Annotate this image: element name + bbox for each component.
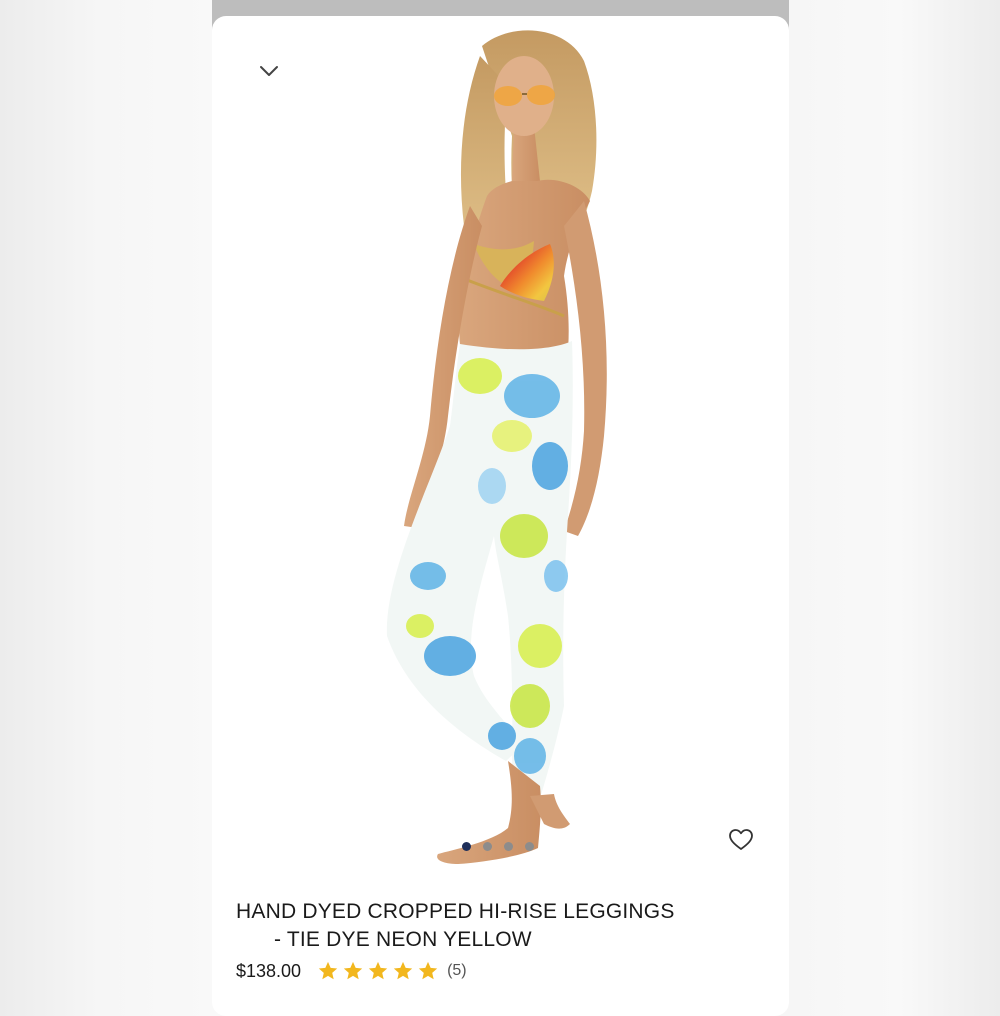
product-title-line-2: - TIE DYE NEON YELLOW bbox=[274, 928, 532, 951]
product-image[interactable] bbox=[212, 16, 789, 886]
image-pagination bbox=[462, 842, 534, 851]
star-icon bbox=[343, 961, 363, 980]
chevron-down-icon bbox=[260, 66, 278, 76]
product-title-line-1: HAND DYED CROPPED HI-RISE LEGGINGS bbox=[236, 900, 675, 923]
pagination-dot[interactable] bbox=[483, 842, 492, 851]
star-rating[interactable] bbox=[317, 960, 439, 982]
pagination-dot[interactable] bbox=[462, 842, 471, 851]
star-icon bbox=[418, 961, 438, 980]
price-rating-row: $138.00 (5) bbox=[236, 960, 467, 982]
star-icon bbox=[393, 961, 413, 980]
pagination-dot[interactable] bbox=[504, 842, 513, 851]
wishlist-button[interactable] bbox=[726, 826, 756, 854]
star-icon bbox=[318, 961, 338, 980]
star-icon bbox=[368, 961, 388, 980]
price: $138.00 bbox=[236, 960, 302, 981]
collapse-button[interactable] bbox=[256, 62, 282, 80]
product-card: HAND DYED CROPPED HI-RISE LEGGINGS - TIE… bbox=[212, 16, 789, 1016]
pagination-dot[interactable] bbox=[525, 842, 534, 851]
heart-icon bbox=[729, 829, 753, 850]
product-title: HAND DYED CROPPED HI-RISE LEGGINGS - TIE… bbox=[236, 898, 756, 954]
review-count[interactable]: (5) bbox=[447, 962, 467, 980]
